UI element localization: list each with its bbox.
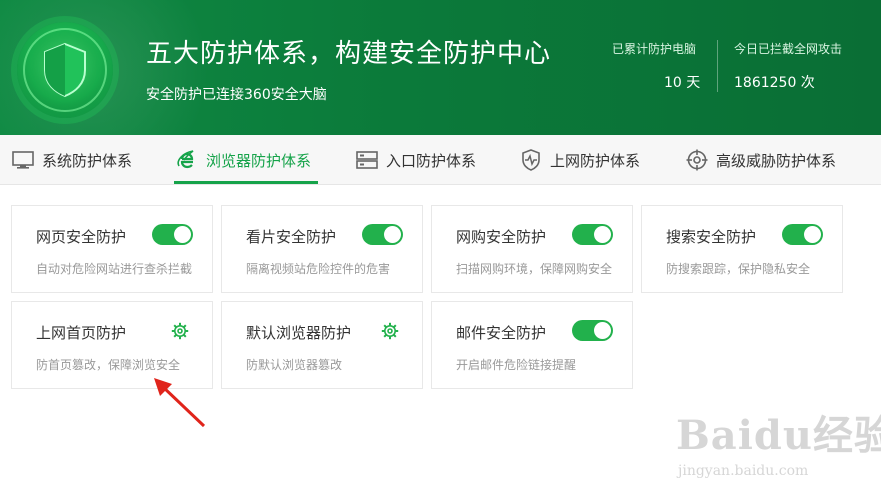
card-default-browser-protection: 默认浏览器防护 防默认浏览器篡改 <box>221 301 423 389</box>
crosshair-icon <box>686 149 708 171</box>
watermark-url: jingyan.baidu.com <box>678 463 809 479</box>
tab-label: 高级威胁防护体系 <box>716 151 837 170</box>
tab-advanced-threat-protection[interactable]: 高级威胁防护体系 <box>686 135 836 185</box>
gear-icon[interactable] <box>381 322 399 340</box>
tab-system-protection[interactable]: 系统防护体系 <box>12 135 132 185</box>
active-tab-indicator <box>174 181 318 184</box>
stat-label-blocked-attacks: 今日已拦截全网攻击 <box>734 42 843 56</box>
card-search-safety: 搜索安全防护 防搜索跟踪，保护隐私安全 <box>641 205 843 293</box>
stats-divider <box>717 40 718 92</box>
watermark-logo: Baidu经验 <box>676 412 881 459</box>
page-title: 五大防护体系，构建安全防护中心 <box>146 39 552 69</box>
card-web-safety: 网页安全防护 自动对危险网站进行查杀拦截 <box>11 205 213 293</box>
tab-bar: 系统防护体系 浏览器防护体系 入口防护体系 上网防护体系 高级威胁防护体系 <box>0 135 881 185</box>
mail-safety-toggle[interactable] <box>572 320 613 341</box>
entry-icon <box>356 151 378 169</box>
card-title: 邮件安全防护 <box>456 324 547 342</box>
tab-entry-protection[interactable]: 入口防护体系 <box>356 135 476 185</box>
card-description: 防首页篡改，保障浏览安全 <box>36 358 181 372</box>
security-badge <box>17 22 113 118</box>
card-description: 开启邮件危险链接提醒 <box>456 358 577 372</box>
tab-browser-protection[interactable]: 浏览器防护体系 <box>176 135 311 185</box>
baidu-watermark: Baidu经验 jingyan.baidu.com <box>676 403 881 479</box>
card-title: 上网首页防护 <box>36 324 127 342</box>
stat-label-protected-days: 已累计防护电脑 <box>612 42 697 56</box>
shield-pulse-icon <box>522 149 540 171</box>
card-description: 防搜索跟踪，保护隐私安全 <box>666 262 811 276</box>
tab-label: 浏览器防护体系 <box>206 151 312 170</box>
header-banner: 五大防护体系，构建安全防护中心 安全防护已连接360安全大脑 已累计防护电脑 1… <box>0 0 881 135</box>
tab-label: 系统防护体系 <box>42 151 133 170</box>
web-safety-toggle[interactable] <box>152 224 193 245</box>
shield-icon <box>44 42 86 98</box>
gear-icon[interactable] <box>171 322 189 340</box>
page-subtitle: 安全防护已连接360安全大脑 <box>146 87 327 103</box>
stat-value-protected-days: 10 天 <box>664 75 701 91</box>
monitor-icon <box>12 151 34 169</box>
tab-internet-protection[interactable]: 上网防护体系 <box>520 135 640 185</box>
card-title: 默认浏览器防护 <box>246 324 352 342</box>
ie-browser-icon <box>177 150 194 169</box>
video-safety-toggle[interactable] <box>362 224 403 245</box>
card-description: 防默认浏览器篡改 <box>246 358 343 372</box>
card-title: 网购安全防护 <box>456 228 547 246</box>
card-description: 扫描网购环境，保障网购安全 <box>456 262 613 276</box>
tab-label: 入口防护体系 <box>386 151 477 170</box>
card-mail-safety: 邮件安全防护 开启邮件危险链接提醒 <box>431 301 633 389</box>
card-description: 隔离视频站危险控件的危害 <box>246 262 391 276</box>
tab-label: 上网防护体系 <box>550 151 641 170</box>
card-description: 自动对危险网站进行查杀拦截 <box>36 262 193 276</box>
card-shopping-safety: 网购安全防护 扫描网购环境，保障网购安全 <box>431 205 633 293</box>
search-safety-toggle[interactable] <box>782 224 823 245</box>
stat-value-blocked-attacks: 1861250 次 <box>734 75 815 91</box>
annotation-arrow <box>154 378 206 428</box>
card-video-safety: 看片安全防护 隔离视频站危险控件的危害 <box>221 205 423 293</box>
shopping-safety-toggle[interactable] <box>572 224 613 245</box>
card-title: 搜索安全防护 <box>666 228 757 246</box>
card-title: 看片安全防护 <box>246 228 337 246</box>
card-title: 网页安全防护 <box>36 228 127 246</box>
